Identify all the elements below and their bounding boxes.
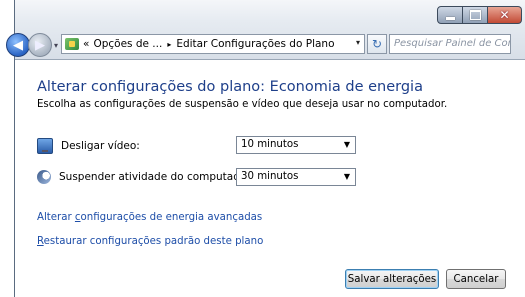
chevron-down-icon: ▼	[343, 172, 350, 181]
cancel-button[interactable]: Cancelar	[446, 269, 506, 289]
minimize-button[interactable]	[437, 6, 463, 24]
sleep-select[interactable]: 30 minutos ▼	[236, 168, 356, 186]
recent-pages-dropdown[interactable]: ▾	[54, 41, 58, 50]
setting-label-sleep: Suspender atividade do computador:	[59, 171, 254, 183]
close-button[interactable]: ✕	[488, 6, 522, 24]
close-icon: ✕	[499, 8, 510, 22]
sleep-moon-icon	[37, 170, 51, 184]
navigation-buttons: ◀ ▶ ▾	[6, 33, 58, 57]
breadcrumb-item-edit-plan[interactable]: Editar Configurações do Plano	[176, 38, 334, 50]
setting-row-sleep: Suspender atividade do computador:	[37, 170, 254, 184]
back-arrow-icon: ◀	[13, 37, 23, 53]
breadcrumb-separator[interactable]: ▸	[167, 40, 171, 49]
setting-label-display-off: Desligar vídeo:	[61, 139, 140, 152]
monitor-icon	[37, 138, 53, 154]
back-button[interactable]: ◀	[6, 33, 30, 57]
sleep-value: 30 minutos	[241, 171, 299, 182]
link-accelerator: R	[37, 236, 44, 247]
advanced-power-settings-link[interactable]: Alterar configurações de energia avançad…	[37, 212, 262, 223]
window-controls: ✕	[437, 6, 522, 24]
display-off-select[interactable]: 10 minutos ▼	[236, 136, 356, 154]
minimize-icon	[445, 16, 455, 20]
link-text: estaurar configurações padrão deste plan…	[43, 236, 264, 247]
control-panel-icon	[65, 38, 79, 50]
restore-defaults-link[interactable]: Restaurar configurações padrão deste pla…	[37, 236, 263, 247]
page-title: Alterar configurações do plano: Economia…	[37, 79, 423, 95]
maximize-button[interactable]	[463, 6, 488, 24]
address-dropdown-icon[interactable]: ▾	[356, 38, 360, 47]
save-changes-button[interactable]: Salvar alterações	[345, 269, 439, 289]
link-text: Alterar	[37, 212, 75, 223]
forward-button[interactable]: ▶	[28, 33, 52, 57]
refresh-button[interactable]: ↻	[367, 34, 387, 54]
setting-row-display-off: Desligar vídeo:	[37, 137, 140, 154]
search-input[interactable]: Pesquisar Painel de Controle	[389, 34, 511, 54]
display-off-value: 10 minutos	[241, 139, 299, 150]
breadcrumb-item-options[interactable]: Opções de ...	[93, 38, 162, 50]
maximize-icon	[469, 10, 481, 20]
address-bar[interactable]: « Opções de ... ▸ Editar Configurações d…	[61, 34, 365, 54]
page-subtitle: Escolha as configurações de suspensão e …	[37, 99, 448, 110]
chevron-down-icon: ▼	[343, 140, 350, 149]
forward-arrow-icon: ▶	[35, 37, 45, 53]
breadcrumb-overflow[interactable]: «	[83, 38, 89, 50]
refresh-icon: ↻	[371, 37, 383, 51]
link-text: onfigurações de energia avançadas	[80, 212, 263, 223]
